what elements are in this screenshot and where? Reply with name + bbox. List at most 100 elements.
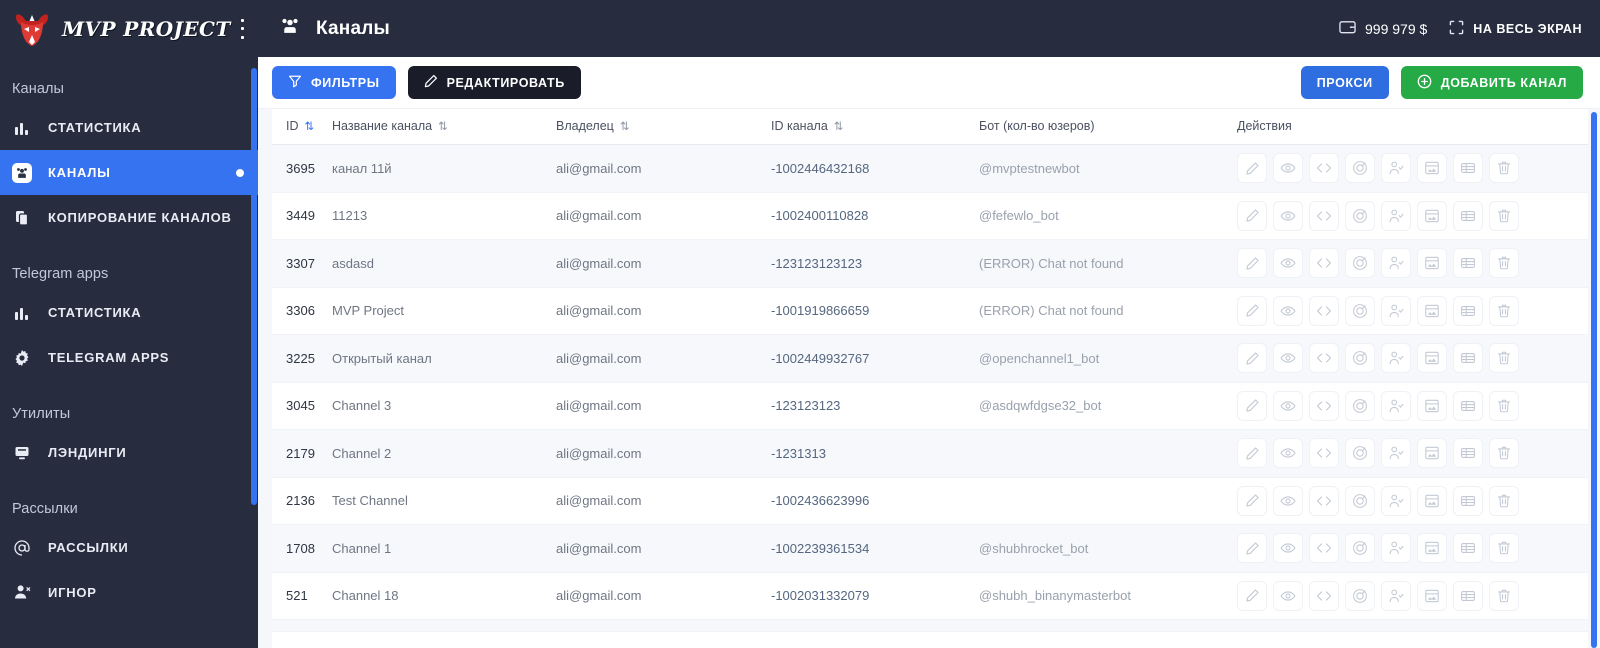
speedometer-icon[interactable]: [1345, 343, 1375, 374]
cell-channel-id[interactable]: -1002239361534: [771, 525, 979, 573]
image-card-icon[interactable]: [1417, 485, 1447, 516]
sidebar-item-channels[interactable]: КАНАЛЫ: [0, 150, 258, 195]
sidebar-item-landings[interactable]: ЛЭНДИНГИ: [0, 430, 258, 475]
pencil-icon[interactable]: [1237, 295, 1267, 326]
eye-icon[interactable]: [1273, 295, 1303, 326]
speedometer-icon[interactable]: [1345, 485, 1375, 516]
table-rows-icon[interactable]: [1453, 200, 1483, 231]
column-header-channel-id[interactable]: ID канала ⇅: [771, 109, 979, 145]
image-card-icon[interactable]: [1417, 200, 1447, 231]
table-row[interactable]: 1708 Channel 1 ali@gmail.com -1002239361534…: [272, 524, 1588, 573]
table-row[interactable]: 2179 Channel 2 ali@gmail.com -1231313: [272, 429, 1588, 478]
cell-channel-id[interactable]: -123123123123: [771, 240, 979, 288]
code-brackets-icon[interactable]: [1309, 200, 1339, 231]
cell-channel-id[interactable]: -1231313: [771, 430, 979, 478]
user-check-icon[interactable]: [1381, 295, 1411, 326]
cell-channel-id[interactable]: -1002449932767: [771, 335, 979, 383]
hamburger-menu-icon[interactable]: [240, 18, 244, 39]
sort-icon[interactable]: ⇅: [834, 119, 844, 133]
trash-icon[interactable]: [1489, 438, 1519, 469]
code-brackets-icon[interactable]: [1309, 153, 1339, 184]
image-card-icon[interactable]: [1417, 390, 1447, 421]
user-check-icon[interactable]: [1381, 438, 1411, 469]
trash-icon[interactable]: [1489, 295, 1519, 326]
table-row[interactable]: 521 Channel 18 ali@gmail.com -1002031332079…: [272, 572, 1588, 620]
code-brackets-icon[interactable]: [1309, 390, 1339, 421]
speedometer-icon[interactable]: [1345, 248, 1375, 279]
sort-icon[interactable]: ⇅: [620, 119, 630, 133]
code-brackets-icon[interactable]: [1309, 580, 1339, 611]
proxy-button[interactable]: ПРОКСИ: [1300, 66, 1389, 99]
speedometer-icon[interactable]: [1345, 153, 1375, 184]
trash-icon[interactable]: [1489, 343, 1519, 374]
speedometer-icon[interactable]: [1345, 533, 1375, 564]
image-card-icon[interactable]: [1417, 343, 1447, 374]
trash-icon[interactable]: [1489, 580, 1519, 611]
trash-icon[interactable]: [1489, 248, 1519, 279]
user-check-icon[interactable]: [1381, 200, 1411, 231]
cell-channel-id[interactable]: -1001919866659: [771, 287, 979, 335]
user-check-icon[interactable]: [1381, 390, 1411, 421]
speedometer-icon[interactable]: [1345, 390, 1375, 421]
user-check-icon[interactable]: [1381, 533, 1411, 564]
eye-icon[interactable]: [1273, 580, 1303, 611]
edit-button[interactable]: РЕДАКТИРОВАТЬ: [407, 66, 581, 99]
user-check-icon[interactable]: [1381, 485, 1411, 516]
table-row[interactable]: 3045 Channel 3 ali@gmail.com -123123123 @asd…: [272, 382, 1588, 430]
table-row[interactable]: 3307 asdasd ali@gmail.com -123123123123 (ERR…: [272, 239, 1588, 288]
eye-icon[interactable]: [1273, 438, 1303, 469]
code-brackets-icon[interactable]: [1309, 295, 1339, 326]
eye-icon[interactable]: [1273, 200, 1303, 231]
cell-channel-id[interactable]: -1002400110828: [771, 192, 979, 240]
cell-channel-id[interactable]: -123123123: [771, 382, 979, 430]
speedometer-icon[interactable]: [1345, 580, 1375, 611]
table-rows-icon[interactable]: [1453, 390, 1483, 421]
table-row-partial[interactable]: [272, 619, 1588, 632]
speedometer-icon[interactable]: [1345, 200, 1375, 231]
trash-icon[interactable]: [1489, 200, 1519, 231]
table-row[interactable]: 3695 канал 11й ali@gmail.com -1002446432168…: [272, 144, 1588, 192]
sidebar-item-telegram-apps[interactable]: TELEGRAM APPS: [0, 335, 258, 380]
table-scrollbar[interactable]: [1591, 112, 1597, 648]
code-brackets-icon[interactable]: [1309, 533, 1339, 564]
pencil-icon[interactable]: [1237, 200, 1267, 231]
sidebar-item-apps-statistics[interactable]: СТАТИСТИКА: [0, 290, 258, 335]
table-rows-icon[interactable]: [1453, 248, 1483, 279]
table-rows-icon[interactable]: [1453, 343, 1483, 374]
image-card-icon[interactable]: [1417, 153, 1447, 184]
eye-icon[interactable]: [1273, 248, 1303, 279]
column-header-channel-name[interactable]: Название канала ⇅: [332, 109, 556, 145]
column-header-owner[interactable]: Владелец ⇅: [556, 109, 771, 145]
cell-channel-id[interactable]: -1002436623996: [771, 477, 979, 525]
pencil-icon[interactable]: [1237, 485, 1267, 516]
image-card-icon[interactable]: [1417, 438, 1447, 469]
table-rows-icon[interactable]: [1453, 153, 1483, 184]
image-card-icon[interactable]: [1417, 295, 1447, 326]
eye-icon[interactable]: [1273, 343, 1303, 374]
table-rows-icon[interactable]: [1453, 580, 1483, 611]
image-card-icon[interactable]: [1417, 533, 1447, 564]
user-check-icon[interactable]: [1381, 248, 1411, 279]
image-card-icon[interactable]: [1417, 248, 1447, 279]
eye-icon[interactable]: [1273, 390, 1303, 421]
column-header-id[interactable]: ID ⇅: [272, 109, 332, 145]
trash-icon[interactable]: [1489, 533, 1519, 564]
sort-icon[interactable]: ⇅: [438, 119, 448, 133]
code-brackets-icon[interactable]: [1309, 438, 1339, 469]
trash-icon[interactable]: [1489, 390, 1519, 421]
table-rows-icon[interactable]: [1453, 438, 1483, 469]
speedometer-icon[interactable]: [1345, 295, 1375, 326]
image-card-icon[interactable]: [1417, 580, 1447, 611]
eye-icon[interactable]: [1273, 485, 1303, 516]
user-check-icon[interactable]: [1381, 580, 1411, 611]
pencil-icon[interactable]: [1237, 153, 1267, 184]
table-rows-icon[interactable]: [1453, 533, 1483, 564]
table-row[interactable]: 3225 Открытый канал ali@gmail.com -10024499…: [272, 334, 1588, 383]
filters-button[interactable]: ФИЛЬТРЫ: [272, 66, 396, 99]
pencil-icon[interactable]: [1237, 248, 1267, 279]
fullscreen-button[interactable]: НА ВЕСЬ ЭКРАН: [1449, 20, 1582, 38]
pencil-icon[interactable]: [1237, 580, 1267, 611]
eye-icon[interactable]: [1273, 533, 1303, 564]
table-row[interactable]: 2136 Test Channel ali@gmail.com -1002436623…: [272, 477, 1588, 525]
sidebar-item-mailings[interactable]: РАССЫЛКИ: [0, 525, 258, 570]
